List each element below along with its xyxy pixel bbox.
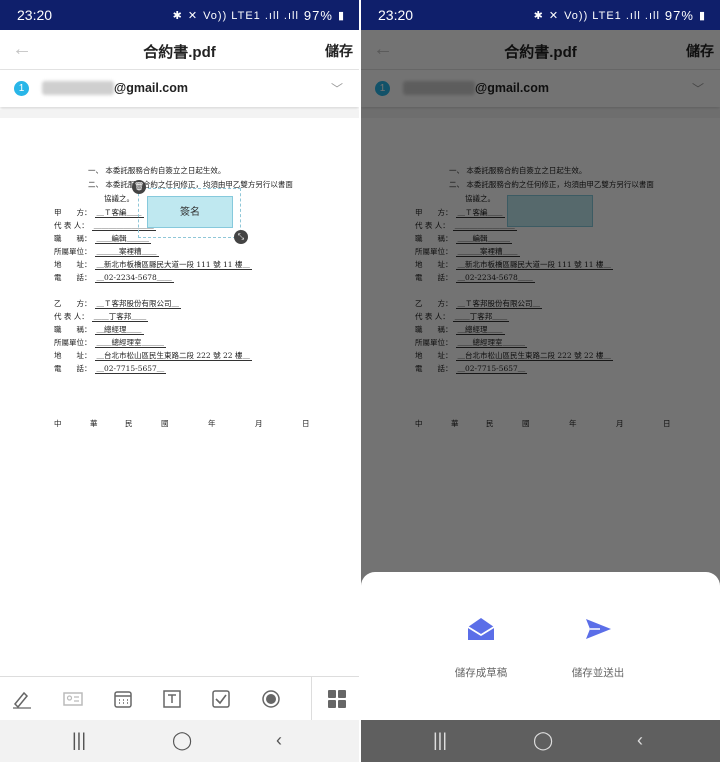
bluetooth-icon: ✱ xyxy=(172,10,183,22)
date-char: 月 xyxy=(255,419,263,428)
status-icons: ✱ ✕ Vo)) LTE1 .ıll .ıll 97% ▮ xyxy=(534,8,706,23)
phone-screen-right: 23:20 ✱ ✕ Vo)) LTE1 .ıll .ıll 97% ▮ ← 合約… xyxy=(361,0,720,762)
date-char: 華 xyxy=(90,419,98,428)
back-nav-icon[interactable]: ‹ xyxy=(276,730,282,751)
bluetooth-icon: ✱ xyxy=(533,10,544,22)
party-b-row: 電 話：＿02-7715-5657＿ xyxy=(54,364,167,374)
document-viewer[interactable]: 一、 本委託服務合約自簽立之日起生效。 二、 本委託服務合約之任何修正，均須由甲… xyxy=(0,110,359,638)
field-value: ＿＿＿案裡糟＿＿ xyxy=(94,247,159,257)
save-options-sheet: 儲存成草稿 儲存並送出 xyxy=(361,572,720,720)
party-a-row: 所屬單位：＿＿＿案裡糟＿＿ xyxy=(54,247,159,257)
field-toolbar xyxy=(0,676,359,721)
field-label: 地 址： xyxy=(54,351,92,360)
field-value: ＿Ｔ客編＿＿ xyxy=(94,208,144,218)
field-label: 職 稱： xyxy=(54,325,92,334)
signal-icon: Vo)) LTE1 .ıll .ıll xyxy=(564,9,660,22)
save-button[interactable]: 儲存 xyxy=(325,41,353,61)
field-label: 電 話： xyxy=(54,273,92,282)
redacted-email-name xyxy=(42,81,114,95)
apps-grid-icon[interactable] xyxy=(323,685,351,713)
envelope-open-icon xyxy=(467,618,495,640)
save-and-send-option[interactable]: 儲存並送出 xyxy=(543,616,653,680)
status-bar: 23:20 ✱ ✕ Vo)) LTE1 .ıll .ıll 97% ▮ xyxy=(0,0,359,30)
date-char: 國 xyxy=(161,419,169,428)
date-char: 中 xyxy=(54,419,62,428)
field-label: 所屬單位： xyxy=(54,338,92,347)
toolbar-divider xyxy=(311,677,312,721)
signal-icon: Vo)) LTE1 .ıll .ıll xyxy=(203,9,299,22)
app-bar: ← 合約書.pdf 儲存 xyxy=(0,30,359,70)
field-label: 乙 方： xyxy=(54,299,92,308)
field-label: 代 表 人： xyxy=(54,312,89,321)
signer-selector[interactable]: 1 @gmail.com ﹀ xyxy=(0,70,359,107)
field-value: ＿台北市松山區民生東路二段 222 號 22 樓＿ xyxy=(94,351,252,361)
signer-email: @gmail.com xyxy=(114,81,189,95)
field-value: ＿＿總經理室＿＿＿ xyxy=(94,338,166,348)
party-a-row: 職 稱：＿＿編輯＿＿＿ xyxy=(54,234,151,244)
radio-icon[interactable] xyxy=(257,685,285,713)
document-page: 一、 本委託服務合約自簽立之日起生效。 二、 本委託服務合約之任何修正，均須由甲… xyxy=(0,118,359,638)
system-nav-bar: ||| ◯ ‹ xyxy=(0,720,359,762)
calendar-icon[interactable] xyxy=(109,685,137,713)
field-label: 甲 方： xyxy=(54,208,92,217)
mute-icon: ✕ xyxy=(187,10,199,22)
resize-icon[interactable]: ⤡ xyxy=(234,230,248,244)
battery-level: 97% xyxy=(664,8,694,23)
battery-icon: ▮ xyxy=(698,10,706,22)
battery-icon: ▮ xyxy=(337,10,345,22)
field-label: 電 話： xyxy=(54,364,92,373)
field-label: 代 表 人： xyxy=(54,221,89,230)
party-b-row: 乙 方：＿Ｔ客邦股份有限公司＿ xyxy=(54,299,181,309)
text-box-icon[interactable] xyxy=(158,685,186,713)
party-b-row: 代 表 人：＿＿丁客邦＿＿ xyxy=(54,312,149,322)
checkbox-icon[interactable] xyxy=(207,685,235,713)
home-icon[interactable]: ◯ xyxy=(172,730,192,751)
battery-level: 97% xyxy=(303,8,333,23)
chevron-down-icon[interactable]: ﹀ xyxy=(331,80,343,97)
status-time: 23:20 xyxy=(17,7,53,23)
field-label: 所屬單位： xyxy=(54,247,92,256)
date-char: 日 xyxy=(302,419,310,428)
back-nav-icon[interactable]: ‹ xyxy=(637,730,643,751)
recent-apps-icon[interactable]: ||| xyxy=(72,730,86,751)
party-a-row: 電 話：＿02-2234-5678＿＿ xyxy=(54,273,174,283)
home-icon[interactable]: ◯ xyxy=(533,730,553,751)
field-label: 地 址： xyxy=(54,260,92,269)
save-draft-label: 儲存成草稿 xyxy=(454,667,508,679)
save-and-send-label: 儲存並送出 xyxy=(571,667,625,679)
status-bar: 23:20 ✱ ✕ Vo)) LTE1 .ıll .ıll 97% ▮ xyxy=(361,0,720,30)
party-a-row: 甲 方：＿Ｔ客編＿＿ xyxy=(54,208,144,218)
date-char: 年 xyxy=(208,419,216,428)
date-char: 民 xyxy=(125,419,133,428)
clause-1: 一、 本委託服務合約自簽立之日起生效。 xyxy=(88,166,226,175)
field-label: 職 稱： xyxy=(54,234,92,243)
clause-2-cont: 協議之。 xyxy=(104,194,134,203)
status-time: 23:20 xyxy=(378,7,414,23)
status-icons: ✱ ✕ Vo)) LTE1 .ıll .ıll 97% ▮ xyxy=(173,8,345,23)
document-title: 合約書.pdf xyxy=(143,44,216,61)
party-b-row: 所屬單位：＿＿總經理室＿＿＿ xyxy=(54,338,166,348)
field-value: ＿新北市板橋區縣民大道一段 111 號 11 樓＿ xyxy=(94,260,252,270)
field-value: ＿02-7715-5657＿ xyxy=(94,364,167,374)
recent-apps-icon[interactable]: ||| xyxy=(433,730,447,751)
field-value: ＿＿丁客邦＿＿ xyxy=(91,312,149,322)
trash-icon[interactable]: 🗑 xyxy=(132,180,146,194)
field-value: ＿02-2234-5678＿＿ xyxy=(94,273,174,283)
phone-screen-left: 23:20 ✱ ✕ Vo)) LTE1 .ıll .ıll 97% ▮ ← 合約… xyxy=(0,0,359,762)
field-value: ＿總經理＿＿ xyxy=(94,325,144,335)
party-a-row: 地 址：＿新北市板橋區縣民大道一段 111 號 11 樓＿ xyxy=(54,260,252,270)
party-b-row: 地 址：＿台北市松山區民生東路二段 222 號 22 樓＿ xyxy=(54,351,252,361)
system-nav-bar: ||| ◯ ‹ xyxy=(361,720,720,762)
field-value: ＿Ｔ客邦股份有限公司＿ xyxy=(94,299,181,309)
mute-icon: ✕ xyxy=(548,10,560,22)
signature-field[interactable]: 簽名 xyxy=(147,196,233,228)
send-icon xyxy=(586,619,611,639)
party-b-row: 職 稱：＿總經理＿＿ xyxy=(54,325,144,335)
signature-field-selection[interactable]: 簽名 🗑 ⤡ xyxy=(132,180,248,244)
signer-index-badge: 1 xyxy=(14,81,29,96)
signature-icon[interactable] xyxy=(8,685,36,713)
save-draft-option[interactable]: 儲存成草稿 xyxy=(426,616,536,680)
id-card-icon[interactable] xyxy=(59,685,87,713)
